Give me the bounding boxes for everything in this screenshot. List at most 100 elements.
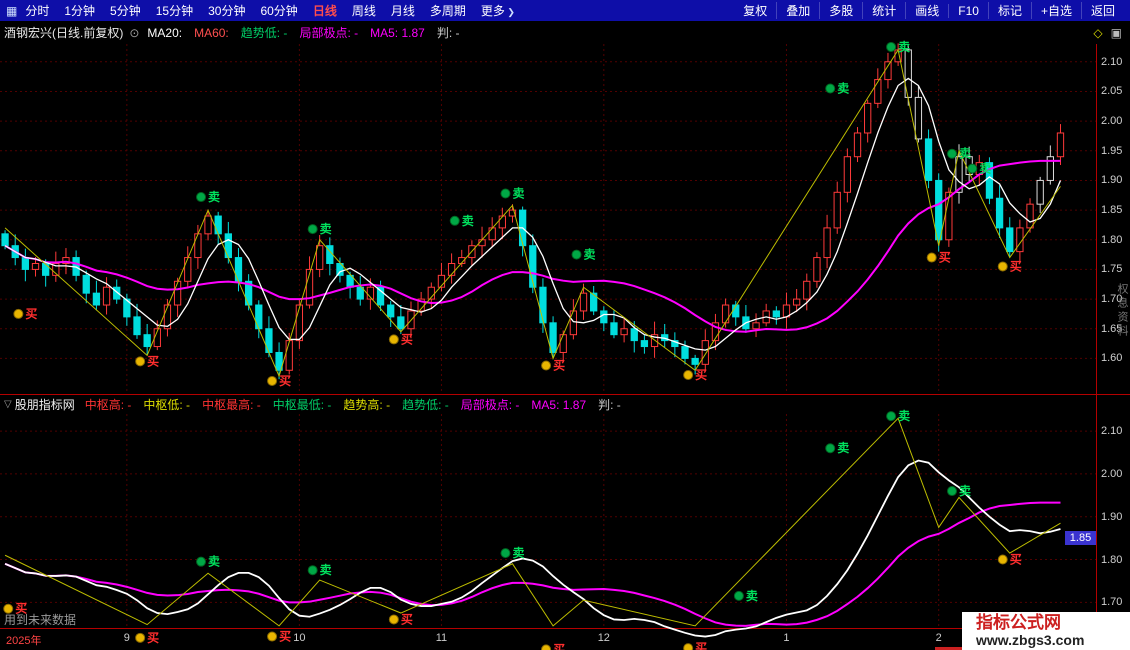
toolbar-button[interactable]: 返回	[1081, 2, 1124, 19]
indicator-readout: 趋势高: -	[343, 396, 390, 413]
sell-signal-marker: 卖	[197, 554, 221, 569]
svg-text:卖: 卖	[320, 562, 332, 577]
stock-title: 酒钢宏兴(日线.前复权)	[4, 24, 123, 41]
timeframe-tab[interactable]: 30分钟	[208, 2, 245, 19]
toolbar-button[interactable]: 画线	[905, 2, 948, 19]
watermark-site-name: 指标公式网	[976, 614, 1130, 632]
price-label: 1.80	[1101, 554, 1122, 566]
main-price-axis: 1.601.651.701.751.801.851.901.952.002.05…	[1097, 44, 1130, 394]
sell-signal-marker: 卖	[734, 588, 758, 603]
indicator-readout: 中枢最低: -	[273, 396, 332, 413]
price-label: 1.90	[1101, 511, 1122, 523]
svg-text:买: 买	[279, 374, 291, 388]
indicator-readout: 趋势低: -	[402, 396, 449, 413]
indicator-readout: 中枢最高: -	[202, 396, 261, 413]
panel-collapse-icon[interactable]: ▽	[4, 399, 12, 410]
buy-signal-marker: 买	[268, 630, 292, 644]
month-label: 2	[936, 632, 942, 644]
indicator-readout: 判: -	[437, 24, 460, 41]
svg-text:买: 买	[25, 307, 37, 321]
indicator-readout: 局部极点: -	[461, 396, 520, 413]
indicator-price-axis: 1.701.801.902.002.10	[1097, 414, 1130, 628]
sell-signal-marker: 卖	[308, 562, 332, 577]
timeframe-tab[interactable]: 多周期	[430, 2, 466, 19]
toolbar-button[interactable]: F10	[948, 4, 988, 18]
diamond-mark-icon[interactable]: ◇	[1093, 26, 1102, 40]
sell-signal-marker: 卖	[501, 545, 525, 560]
sell-signal-marker: 卖	[308, 221, 332, 236]
month-label: 1	[783, 632, 789, 644]
app-menu-icon[interactable]: ▦	[6, 4, 17, 18]
buy-signal-marker: 买	[268, 374, 292, 388]
svg-text:买: 买	[147, 354, 159, 368]
price-label: 1.75	[1101, 263, 1122, 275]
price-label: 2.10	[1101, 425, 1122, 437]
indicator-line-chart[interactable]: 买买买买买买买卖卖卖卖卖卖卖	[0, 414, 1096, 628]
buy-signal-marker: 买	[389, 612, 413, 626]
svg-text:卖: 卖	[837, 80, 849, 95]
month-label: 10	[293, 632, 305, 644]
buy-signal-marker: 买	[998, 259, 1022, 273]
year-label: 2025年	[6, 632, 41, 648]
site-watermark: 指标公式网 www.zbgs3.com	[962, 612, 1130, 650]
indicator-readout: 趋势低: -	[241, 24, 288, 41]
toolbar-button[interactable]: 多股	[819, 2, 862, 19]
indicator-readout: 中枢高: -	[85, 396, 132, 413]
timeframe-tab[interactable]: 日线	[313, 2, 337, 19]
indicator-readout: MA5: 1.87	[531, 398, 586, 412]
buy-signal-marker: 买	[389, 332, 413, 346]
svg-text:买: 买	[1010, 259, 1022, 273]
main-chart-header: 酒钢宏兴(日线.前复权) ⊙ MA20: MA60: 趋势低: -局部极点: -…	[0, 21, 1130, 44]
future-data-warning: 用到未来数据	[4, 611, 76, 628]
svg-text:卖: 卖	[898, 39, 910, 54]
collapse-circle-icon[interactable]: ⊙	[129, 26, 139, 40]
indicator-readout: MA60:	[194, 26, 229, 40]
price-label: 1.90	[1101, 174, 1122, 186]
buy-signal-marker: 买	[14, 307, 38, 321]
indicator-panel-header: ▽ 股朋指标网 中枢高: -中枢低: -中枢最高: -中枢最低: -趋势高: -…	[0, 395, 1096, 414]
month-label: 11	[436, 632, 447, 644]
main-candlestick-chart[interactable]: 买买买买买买买买卖卖卖卖卖卖卖卖卖	[0, 44, 1096, 394]
price-label: 2.10	[1101, 56, 1122, 68]
buy-signal-marker: 买	[542, 359, 566, 373]
timeframe-tab[interactable]: 1分钟	[64, 2, 95, 19]
toolbar-button[interactable]: 标记	[988, 2, 1031, 19]
svg-text:卖: 卖	[898, 408, 910, 423]
svg-text:买: 买	[279, 630, 291, 644]
toolbar-button[interactable]: 复权	[734, 2, 776, 19]
timeframe-tab[interactable]: 周线	[352, 2, 376, 19]
timeframe-tab[interactable]: 更多 ❯	[481, 2, 515, 19]
price-label: 1.60	[1101, 352, 1122, 364]
buy-signal-marker: 买	[136, 631, 160, 645]
toolbar-button[interactable]: 统计	[862, 2, 905, 19]
timeframe-tab[interactable]: 60分钟	[260, 2, 297, 19]
window-layout-icon[interactable]: ▣	[1111, 26, 1122, 40]
price-label: 1.85	[1101, 204, 1122, 216]
timeframe-tab[interactable]: 月线	[391, 2, 415, 19]
trading-app-window: ▦ 分时 1分钟 5分钟 15分钟 30分钟 60分钟日线周线月线多周期更多 ❯ 复权叠加…	[0, 0, 1130, 650]
sell-signal-marker: 卖	[826, 80, 850, 95]
timeframe-tab[interactable]: 5分钟	[110, 2, 141, 19]
svg-text:买: 买	[553, 359, 565, 373]
buy-signal-marker: 买	[684, 368, 708, 382]
svg-text:卖: 卖	[959, 146, 971, 161]
svg-text:买: 买	[695, 368, 707, 382]
timeframe-tabs: 分时 1分钟 5分钟 15分钟 30分钟 60分钟日线周线月线多周期更多 ❯	[25, 2, 515, 19]
sell-signal-marker: 卖	[826, 440, 850, 455]
sell-signal-marker: 卖	[572, 247, 596, 262]
svg-text:卖: 卖	[746, 588, 758, 603]
indicator-readout: 局部极点: -	[299, 24, 358, 41]
svg-text:卖: 卖	[320, 221, 332, 236]
indicator-source-name: 股朋指标网	[15, 396, 75, 413]
price-label: 2.00	[1101, 115, 1122, 127]
svg-text:卖: 卖	[837, 440, 849, 455]
price-label: 1.70	[1101, 596, 1122, 608]
toolbar-button[interactable]: +自选	[1031, 2, 1081, 19]
timeframe-tab[interactable]: 15分钟	[156, 2, 193, 19]
timeframe-tab[interactable]: 分时	[25, 2, 49, 19]
svg-text:买: 买	[553, 642, 565, 650]
svg-text:买: 买	[401, 332, 413, 346]
buy-signal-marker: 买	[998, 553, 1022, 567]
watermark-url: www.zbgs3.com	[976, 632, 1130, 648]
toolbar-button[interactable]: 叠加	[776, 2, 819, 19]
